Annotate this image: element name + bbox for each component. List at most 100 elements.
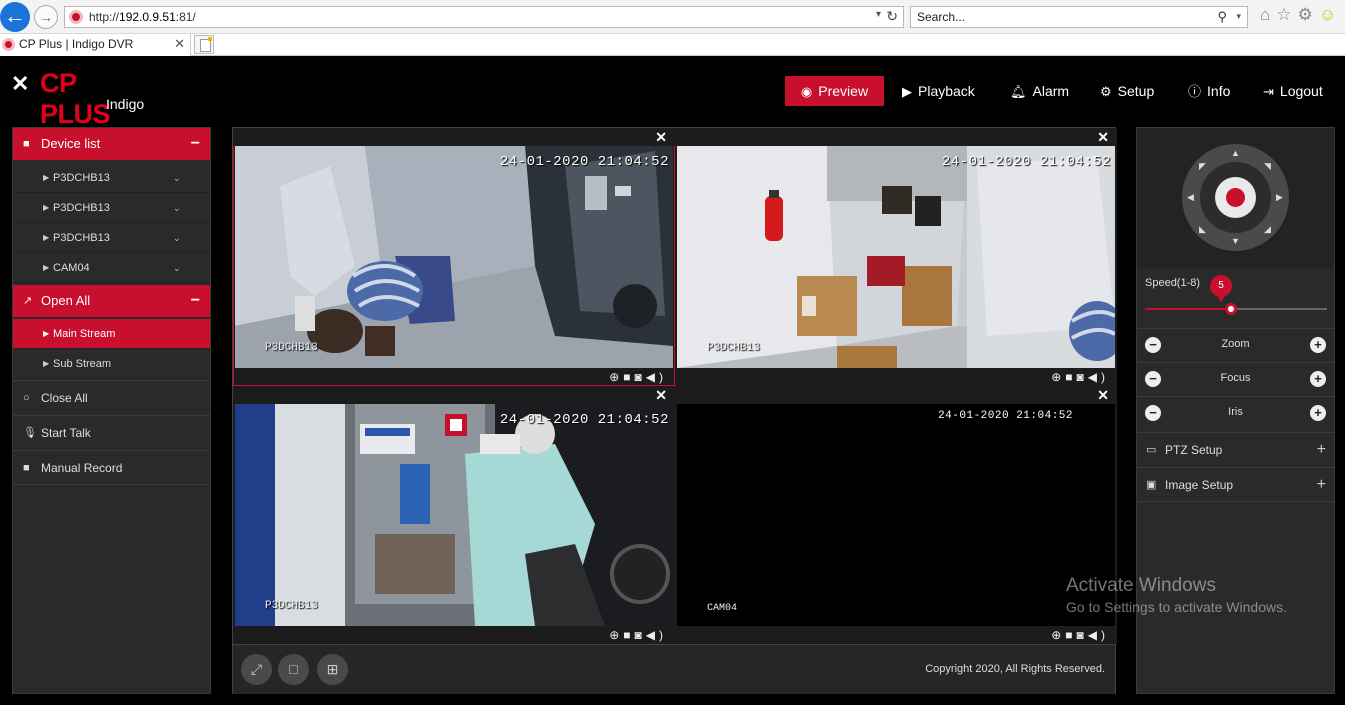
audio-speaker-icon[interactable]: ◀) [1088,370,1109,384]
pan-down-icon[interactable]: ▼ [1231,236,1240,246]
ptz-setup-row[interactable]: ▭ PTZ Setup + [1137,432,1334,467]
favorites-star-icon[interactable]: ☆ [1276,5,1297,24]
iris-control: − Iris + [1137,396,1334,430]
zoom-in-icon[interactable]: ⊕ [609,628,623,642]
zoom-in-icon[interactable]: ⊕ [1051,370,1065,384]
record-video-icon[interactable]: ■ [623,628,634,642]
close-all-button[interactable]: ○ Close All [13,380,210,415]
refresh-icon[interactable]: ↻ [886,8,898,25]
iris-plus-button[interactable]: + [1310,405,1326,421]
camera-cell-2[interactable]: ✕ 24-01-2020 21:04:52 P3DCHB13 ⊕■◙◀) [675,128,1117,386]
pan-down-left-icon[interactable]: ◣ [1199,224,1206,235]
search-icon[interactable]: ⚲ [1217,9,1227,25]
site-favicon-icon [69,10,83,24]
camera-cell-3[interactable]: ✕ 24-01-2020 21:04:52 P3DCHB13 ⊕■◙◀) [233,386,675,644]
device-item[interactable]: ▶ P3DCHB13 ⌄ [13,193,210,223]
camera-feed[interactable]: 24-01-2020 21:04:52 P3DCHB13 [677,146,1115,368]
single-view-button[interactable]: □ [278,654,309,685]
circle-icon: ○ [23,392,30,404]
browser-search-input[interactable] [917,9,1207,25]
snapshot-camera-icon[interactable]: ◙ [1077,628,1088,642]
chevron-down-icon[interactable]: ⌄ [173,193,181,223]
stream-sub[interactable]: ▶ Sub Stream [13,349,210,379]
camera-feed[interactable]: 24-01-2020 21:04:52 P3DCHB13 [235,404,673,626]
audio-speaker-icon[interactable]: ◀) [646,628,667,642]
record-video-icon[interactable]: ■ [623,370,634,384]
stream-main[interactable]: ▶ Main Stream [13,319,210,349]
browser-toolbar-icons: ⌂☆⚙☺ [1260,5,1342,25]
zoom-in-icon[interactable]: ⊕ [1051,628,1065,642]
snapshot-camera-icon[interactable]: ◙ [635,628,646,642]
start-talk-button[interactable]: 🎙︎ Start Talk [13,415,210,450]
collapse-icon[interactable]: − [191,285,200,317]
speed-slider-handle[interactable] [1225,303,1237,315]
browser-tab[interactable]: CP Plus | Indigo DVR ✕ [0,34,191,56]
device-item[interactable]: ▶ P3DCHB13 ⌄ [13,163,210,193]
record-video-icon[interactable]: ■ [1065,628,1076,642]
camera-feed[interactable]: 24-01-2020 21:04:52 CAM04 [677,404,1115,626]
expand-plus-icon[interactable]: + [1317,432,1326,467]
pan-up-right-icon[interactable]: ◥ [1264,161,1271,172]
address-bar[interactable]: http://192.0.9.51:81/ ▾ ↻ [64,6,904,28]
close-camera-icon[interactable]: ✕ [655,386,667,404]
bell-icon: 🔔︎ [1010,84,1027,99]
pan-down-right-icon[interactable]: ◢ [1264,224,1271,235]
speed-slider[interactable]: 5 [1145,275,1327,315]
microphone-icon: 🎙︎ [23,427,37,439]
nav-info[interactable]: ⓘ Info [1188,76,1230,106]
device-item[interactable]: ▶ CAM04 ⌄ [13,253,210,283]
home-icon[interactable]: ⌂ [1260,5,1276,24]
pan-right-icon[interactable]: ▶ [1276,192,1283,203]
device-list-header[interactable]: ■ Device list − [13,128,210,160]
collapse-icon[interactable]: − [191,128,200,160]
caret-right-icon: ▶ [43,263,50,272]
snapshot-camera-icon[interactable]: ◙ [1077,370,1088,384]
pan-up-icon[interactable]: ▲ [1231,148,1240,158]
browser-search-box[interactable]: ⚲ ▾ [910,6,1248,28]
camera-icon: ■ [23,138,30,150]
zoom-in-button[interactable]: + [1310,337,1326,353]
nav-logout[interactable]: ⇥ Logout [1263,76,1323,106]
url-text: http://192.0.9.51:81/ [89,10,196,24]
feedback-smiley-icon[interactable]: ☺ [1319,5,1342,24]
ptz-joystick[interactable]: ▲ ▼ ◀ ▶ ◤ ◥ ◣ ◢ [1182,144,1289,251]
nav-preview[interactable]: ◉ Preview [785,76,884,106]
chevron-down-icon[interactable]: ⌄ [173,253,181,283]
nav-setup[interactable]: ⚙ Setup [1100,76,1154,106]
manual-record-button[interactable]: ■ Manual Record [13,450,210,485]
open-all-header[interactable]: ↗ Open All − [13,285,210,317]
record-video-icon[interactable]: ■ [1065,370,1076,384]
chevron-down-icon[interactable]: ⌄ [173,163,181,193]
quad-view-button[interactable]: ⊞ [317,654,348,685]
ptz-center-icon[interactable] [1226,188,1245,207]
camera-cell-1[interactable]: ✕ 24-01-2020 21:04:52 P3DCHB13 ⊕■◙◀) [233,128,675,386]
tab-close-icon[interactable]: ✕ [174,36,185,52]
search-dropdown-icon[interactable]: ▾ [1236,11,1241,22]
image-setup-row[interactable]: ▣ Image Setup + [1137,467,1334,502]
pan-left-icon[interactable]: ◀ [1187,192,1194,203]
nav-alarm[interactable]: 🔔︎ Alarm [1010,76,1069,106]
address-dropdown-icon[interactable]: ▾ [876,9,881,20]
camera-feed[interactable]: 24-01-2020 21:04:52 P3DCHB13 [235,146,673,368]
settings-gear-icon[interactable]: ⚙ [1298,5,1319,24]
close-camera-icon[interactable]: ✕ [1097,128,1109,146]
fullscreen-button[interactable]: ⤢ [241,654,272,685]
back-button[interactable]: ← [0,2,30,32]
focus-plus-button[interactable]: + [1310,371,1326,387]
camera-cell-4[interactable]: ✕ 24-01-2020 21:04:52 CAM04 ⊕■◙◀) [675,386,1117,644]
close-camera-icon[interactable]: ✕ [655,128,667,146]
snapshot-camera-icon[interactable]: ◙ [635,370,646,384]
audio-speaker-icon[interactable]: ◀) [1088,628,1109,642]
pan-up-left-icon[interactable]: ◤ [1199,161,1206,172]
chevron-down-icon[interactable]: ⌄ [173,223,181,253]
new-tab-button[interactable] [194,35,214,54]
device-item[interactable]: ▶ P3DCHB13 ⌄ [13,223,210,253]
nav-playback[interactable]: ▶ Playback [902,76,975,106]
camera-controls: ⊕■◙◀) [1051,626,1109,644]
zoom-in-icon[interactable]: ⊕ [609,370,623,384]
audio-speaker-icon[interactable]: ◀) [646,370,667,384]
close-camera-icon[interactable]: ✕ [1097,386,1109,404]
logo-sub-brand: Indigo [106,96,145,112]
expand-plus-icon[interactable]: + [1317,467,1326,502]
forward-button[interactable]: → [34,5,58,29]
